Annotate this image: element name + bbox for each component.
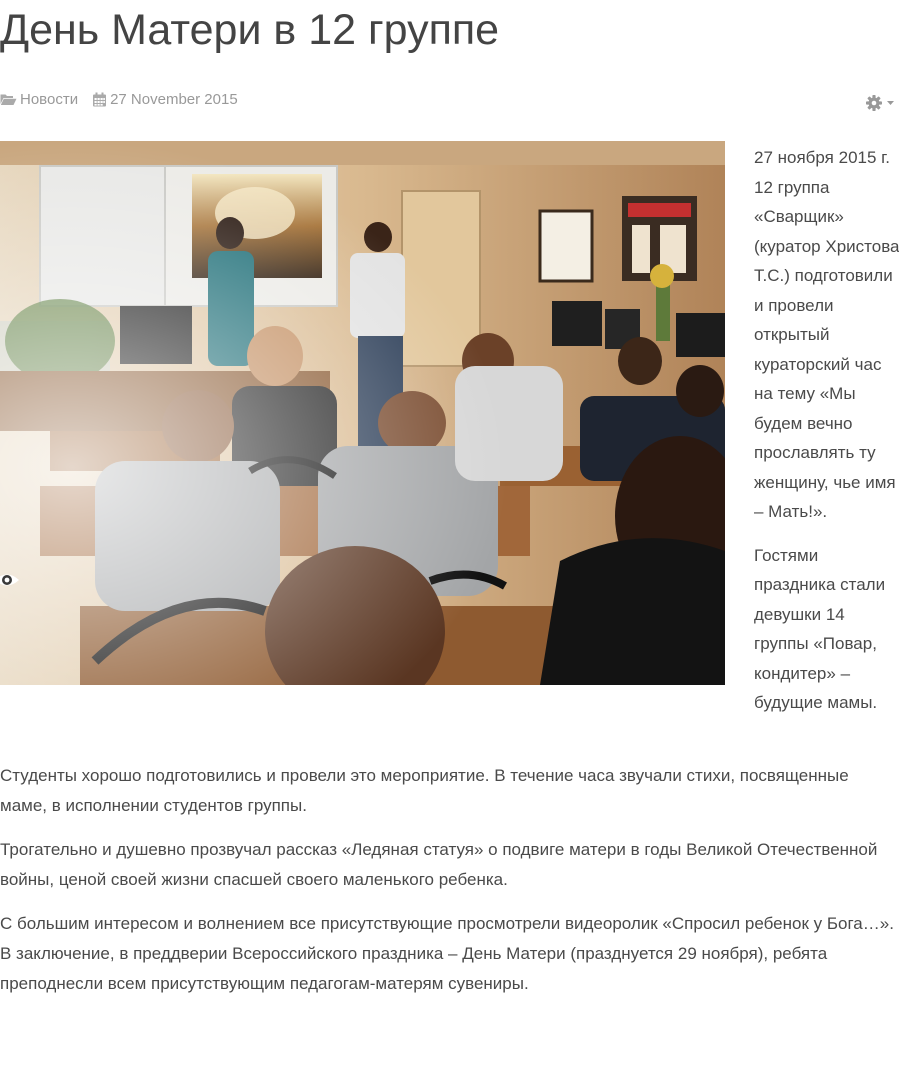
date-label: 27 November 2015 xyxy=(110,90,238,108)
article-body: Студенты хорошо подготовились и провели … xyxy=(0,761,899,1013)
gear-icon xyxy=(866,95,882,111)
article-photo[interactable] xyxy=(0,141,725,685)
caret-down-icon xyxy=(887,101,894,105)
published-date: 27 November 2015 xyxy=(92,91,238,108)
body-paragraph: Трогательно и душевно прозвучал рассказ … xyxy=(0,840,878,889)
intro-paragraph: 27 ноября 2015 г. 12 группа «Сварщик» (к… xyxy=(754,148,899,521)
category-link[interactable]: Новости xyxy=(0,91,78,108)
classroom-photo xyxy=(0,141,725,685)
article-info: Новости 27 November 2015 xyxy=(0,89,252,109)
article-tools-button[interactable] xyxy=(865,94,895,112)
body-paragraph: С большим интересом и волнением все прис… xyxy=(0,914,894,993)
intro-paragraph: Гостями праздника стали девушки 14 групп… xyxy=(754,545,886,713)
category-label[interactable]: Новости xyxy=(20,91,78,108)
article-title: День Матери в 12 группе xyxy=(0,6,500,54)
calendar-icon xyxy=(93,92,107,106)
eye-icon xyxy=(0,574,19,586)
body-paragraph: Студенты хорошо подготовились и провели … xyxy=(0,766,849,815)
article-intro: 27 ноября 2015 г. 12 группа «Сварщик» (к… xyxy=(754,143,899,732)
folder-open-icon xyxy=(0,94,17,105)
